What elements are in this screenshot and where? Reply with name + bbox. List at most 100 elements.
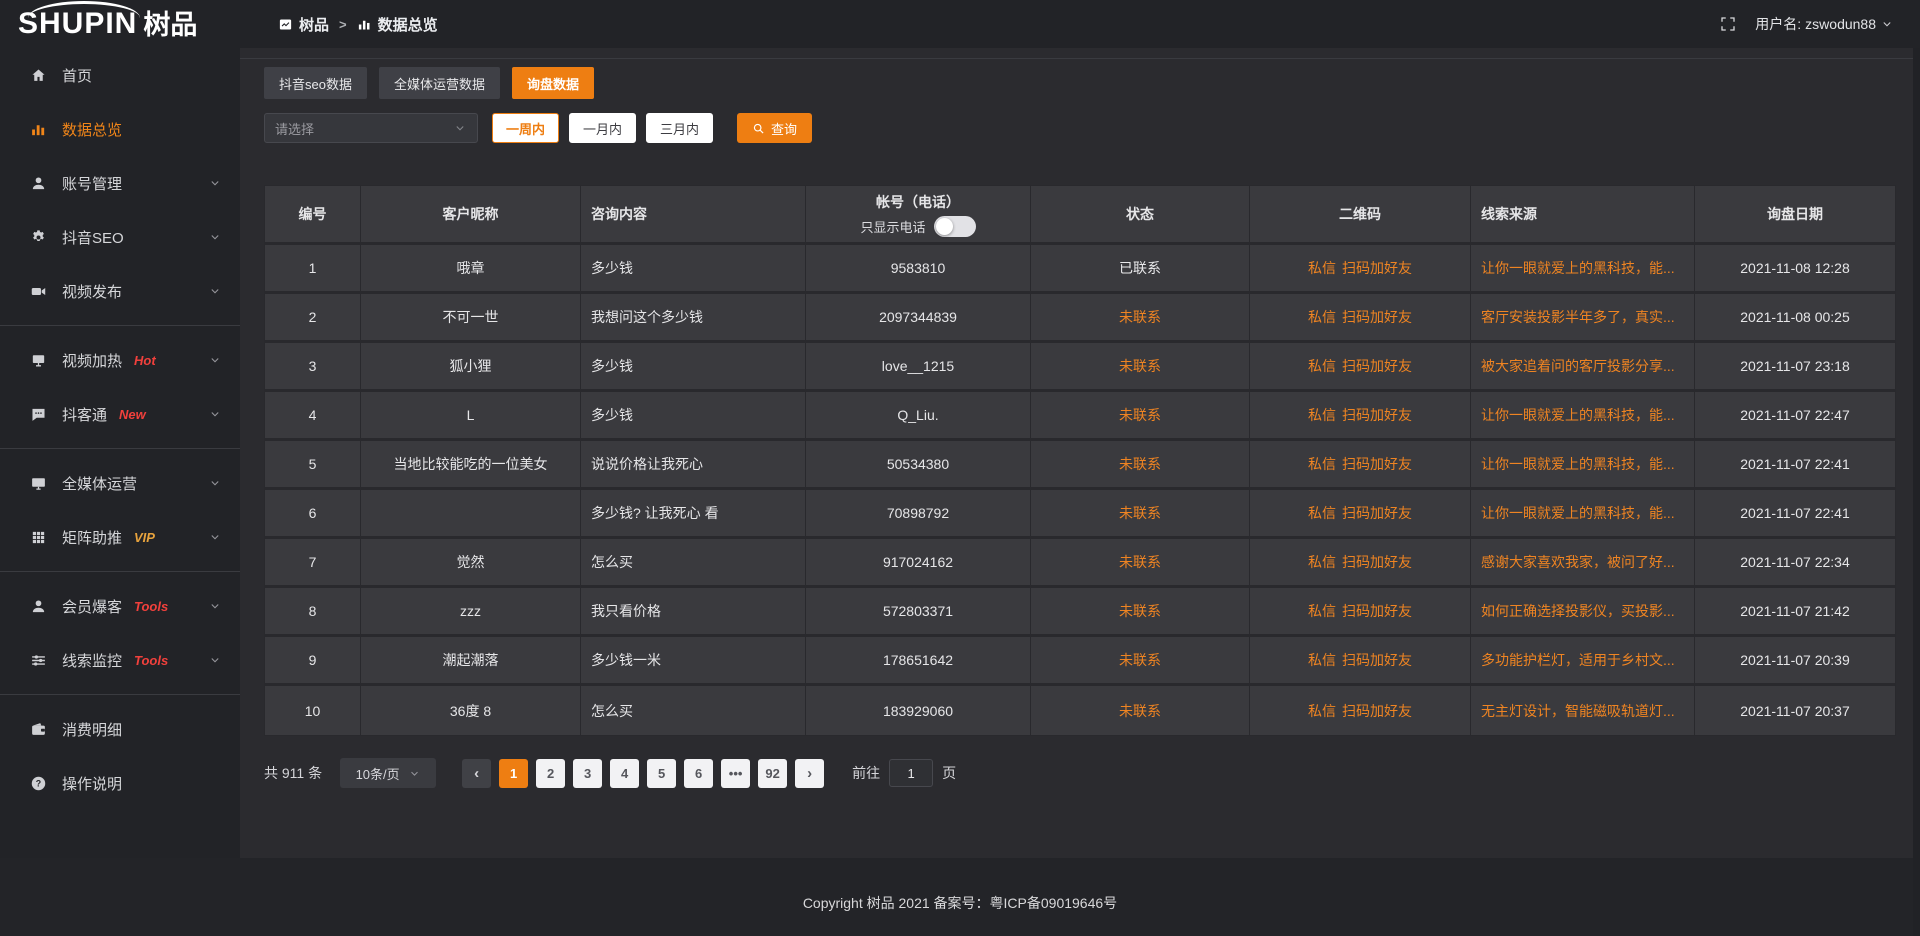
qr-link[interactable]: 私信 [1308,454,1336,474]
qr-link[interactable]: 扫码加好友 [1342,405,1412,425]
table-row: 2不可一世我想问这个多少钱2097344839未联系私信扫码加好友客厅安装投影半… [265,294,1895,343]
source-link[interactable]: 让你一眼就爱上的黑科技，能... [1481,503,1675,523]
source-link[interactable]: 客厅安装投影半年多了，真实... [1481,307,1675,327]
qr-link[interactable]: 私信 [1308,307,1336,327]
page-button-92[interactable]: 92 [758,759,787,788]
qr-link[interactable]: 扫码加好友 [1342,552,1412,572]
badge-hot: Hot [134,353,156,368]
brand-logo: SHUPIN 树品 [0,9,240,39]
sidebar-item-data-overview[interactable]: 数据总览 [0,102,240,156]
sidebar-item-media-ops[interactable]: 全媒体运营 [0,456,240,510]
cell-nick: L [361,392,581,438]
qr-link[interactable]: 私信 [1308,650,1336,670]
status-text: 未联系 [1119,601,1161,621]
source-link[interactable]: 被大家追着问的客厅投影分享... [1481,356,1675,376]
cell-date: 2021-11-07 22:41 [1695,490,1895,536]
cell-qr: 私信扫码加好友 [1250,343,1471,389]
chevron-down-icon [208,530,222,544]
qr-link[interactable]: 扫码加好友 [1342,356,1412,376]
page-button-5[interactable]: 5 [647,759,676,788]
cell-content: 怎么买 [581,686,806,735]
sidebar-item-account-manage[interactable]: 账号管理 [0,156,240,210]
qr-link[interactable]: 私信 [1308,356,1336,376]
table-row: 3狐小狸多少钱love__1215未联系私信扫码加好友被大家追着问的客厅投影分享… [265,343,1895,392]
qr-link[interactable]: 扫码加好友 [1342,454,1412,474]
topbar-right: 用户名: zswodun88 [1719,14,1920,34]
chevron-down-icon [453,121,467,135]
cell-nick: 当地比较能吃的一位美女 [361,441,581,487]
breadcrumb-item-data-overview[interactable]: 数据总览 [357,14,438,35]
range-one-week[interactable]: 一周内 [492,113,559,143]
sidebar-item-consume-detail[interactable]: 消费明细 [0,702,240,756]
page-button-4[interactable]: 4 [610,759,639,788]
qr-link[interactable]: 私信 [1308,405,1336,425]
cell-nick [361,490,581,536]
source-link[interactable]: 无主灯设计，智能磁吸轨道灯... [1481,701,1675,721]
search-button[interactable]: 查询 [737,113,812,143]
sidebar-item-member-baoke[interactable]: 会员爆客Tools [0,579,240,633]
source-link[interactable]: 感谢大家喜欢我家，被问了好... [1481,552,1675,572]
source-link[interactable]: 如何正确选择投影仪，买投影... [1481,601,1675,621]
sidebar-item-douyin-seo[interactable]: 抖音SEO [0,210,240,264]
badge-tools: Tools [134,653,168,668]
sidebar-item-video-heat[interactable]: 视频加热Hot [0,333,240,387]
cell-qr: 私信扫码加好友 [1250,392,1471,438]
sidebar-item-label: 抖客通 [62,404,107,425]
main-content: 抖音seo数据全媒体运营数据询盘数据 请选择 一周内一月内三月内 查询 编号客户… [240,48,1920,858]
page-button-6[interactable]: 6 [684,759,713,788]
qr-link[interactable]: 私信 [1308,503,1336,523]
cell-phone: 572803371 [806,588,1031,634]
source-link[interactable]: 让你一眼就爱上的黑科技，能... [1481,405,1675,425]
sidebar-item-home[interactable]: 首页 [0,48,240,102]
cell-date: 2021-11-07 22:34 [1695,539,1895,585]
user-menu[interactable]: 用户名: zswodun88 [1755,14,1894,34]
page-size-select[interactable]: 10条/页 [340,758,436,788]
cell-qr: 私信扫码加好友 [1250,588,1471,634]
qr-link[interactable]: 私信 [1308,552,1336,572]
qr-link[interactable]: 私信 [1308,258,1336,278]
prev-page-button[interactable]: ‹ [462,759,491,788]
next-page-button[interactable]: › [795,759,824,788]
qr-link[interactable]: 扫码加好友 [1342,601,1412,621]
range-one-month[interactable]: 一月内 [569,113,636,143]
sidebar-divider [0,448,240,449]
chevron-down-icon [208,476,222,490]
cell-phone: 178651642 [806,637,1031,683]
tab-douyin-seo-data[interactable]: 抖音seo数据 [264,67,367,99]
page-button-2[interactable]: 2 [536,759,565,788]
sidebar-item-help[interactable]: ?操作说明 [0,756,240,810]
breadcrumb-item-shupin[interactable]: 树品 [278,14,329,35]
qr-link[interactable]: 扫码加好友 [1342,307,1412,327]
sidebar-item-douketong[interactable]: 抖客通New [0,387,240,441]
sidebar-item-video-publish[interactable]: 视频发布 [0,264,240,318]
cell-idx: 8 [265,588,361,634]
source-link[interactable]: 让你一眼就爱上的黑科技，能... [1481,454,1675,474]
range-three-month[interactable]: 三月内 [646,113,713,143]
qr-link[interactable]: 扫码加好友 [1342,701,1412,721]
sidebar-item-matrix-boost[interactable]: 矩阵助推VIP [0,510,240,564]
tab-inquiry-data[interactable]: 询盘数据 [512,67,594,99]
cell-source: 多功能护栏灯，适用于乡村文... [1471,637,1695,683]
table-row: 9潮起潮落多少钱一米178651642未联系私信扫码加好友多功能护栏灯，适用于乡… [265,637,1895,686]
scrollbar-track[interactable] [1913,0,1920,936]
qr-link[interactable]: 扫码加好友 [1342,650,1412,670]
chat-icon [30,406,47,423]
phone-only-toggle[interactable] [934,216,976,237]
qr-link[interactable]: 私信 [1308,701,1336,721]
page-button-1[interactable]: 1 [499,759,528,788]
qr-link[interactable]: 私信 [1308,601,1336,621]
page-button-3[interactable]: 3 [573,759,602,788]
cell-status: 未联系 [1031,441,1250,487]
fullscreen-icon[interactable] [1719,15,1737,33]
goto-page-input[interactable] [889,759,933,787]
qr-link[interactable]: 扫码加好友 [1342,503,1412,523]
tab-media-ops-data[interactable]: 全媒体运营数据 [379,67,500,99]
sidebar-item-clue-monitor[interactable]: 线索监控Tools [0,633,240,687]
cell-idx: 5 [265,441,361,487]
source-link[interactable]: 让你一眼就爱上的黑科技，能... [1481,258,1675,278]
source-link[interactable]: 多功能护栏灯，适用于乡村文... [1481,650,1675,670]
page-ellipsis[interactable]: ••• [721,759,750,788]
cell-phone: 70898792 [806,490,1031,536]
filter-select[interactable]: 请选择 [264,113,478,143]
qr-link[interactable]: 扫码加好友 [1342,258,1412,278]
